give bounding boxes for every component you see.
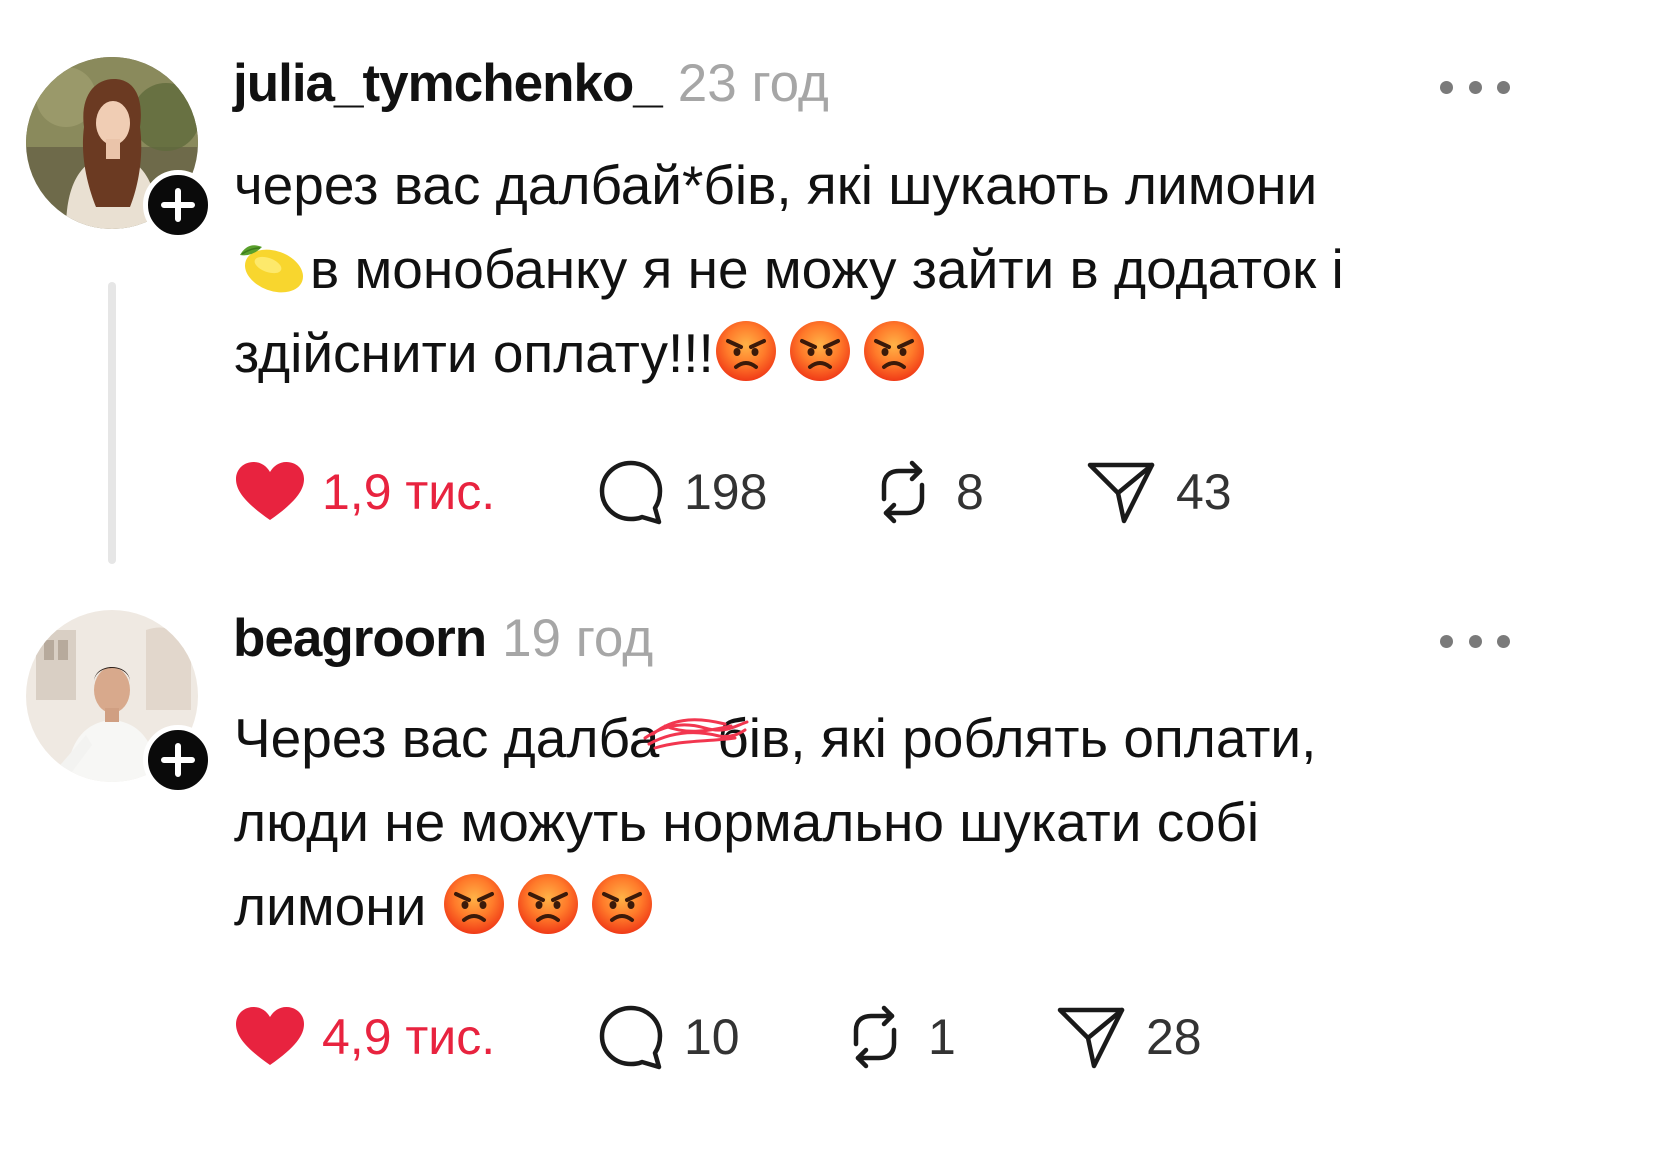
- post: julia_tymchenko_ 23 год через вас далбай…: [0, 0, 1661, 600]
- angry-face-emoji: [862, 319, 926, 383]
- follow-plus-button[interactable]: [143, 725, 213, 795]
- repost-icon: [870, 459, 936, 525]
- share-icon: [1056, 1004, 1126, 1070]
- like-count: 1,9 тис.: [322, 464, 496, 520]
- comment-icon: [598, 459, 664, 525]
- share-count: 43: [1176, 464, 1232, 520]
- angry-face-emoji: [714, 319, 778, 383]
- timestamp: 23 год: [677, 54, 829, 113]
- lemon-emoji: [234, 239, 306, 295]
- heart-icon: [234, 1005, 306, 1069]
- more-options-button[interactable]: [1440, 69, 1510, 105]
- share-button[interactable]: 28: [1056, 1002, 1202, 1072]
- post-text: Через вас далба бів, які роблять оплати,…: [234, 696, 1574, 948]
- heart-icon: [234, 460, 306, 524]
- share-button[interactable]: 43: [1086, 457, 1232, 527]
- follow-plus-button[interactable]: [143, 170, 213, 240]
- repost-button[interactable]: 1: [842, 1002, 956, 1072]
- more-icon: [1440, 80, 1453, 94]
- comment-icon: [598, 1004, 664, 1070]
- like-count: 4,9 тис.: [322, 1009, 496, 1065]
- post-text-line: Через вас далба бів, які роблять оплати,: [234, 696, 1574, 780]
- reply-button[interactable]: 198: [598, 457, 767, 527]
- reply-count: 10: [684, 1009, 740, 1065]
- post: beagroorn 19 год Через вас далба бів, як…: [0, 600, 1661, 1159]
- post-text-line: люди не можуть нормально шукати собі: [234, 791, 1260, 853]
- repost-icon: [842, 1004, 908, 1070]
- angry-face-emoji: [788, 319, 852, 383]
- username[interactable]: julia_tymchenko_: [233, 53, 663, 114]
- post-header: julia_tymchenko_ 23 год: [233, 53, 829, 123]
- post-text-line: в монобанку я не можу зайти в додаток і: [234, 227, 1574, 311]
- post-text: через вас далбай*бів, які шукають лимони…: [234, 143, 1574, 395]
- reply-button[interactable]: 10: [598, 1002, 740, 1072]
- username[interactable]: beagroorn: [233, 608, 487, 669]
- thread-line: [108, 282, 116, 564]
- angry-face-emoji: [590, 872, 654, 936]
- more-icon: [1440, 634, 1453, 648]
- action-bar: 4,9 тис. 10 1 28: [234, 1002, 1434, 1072]
- repost-count: 8: [956, 464, 984, 520]
- post-text-line: здійснити оплату!!!: [234, 311, 1574, 395]
- plus-icon: [158, 740, 198, 780]
- reply-count: 198: [684, 464, 768, 520]
- plus-icon: [158, 185, 198, 225]
- angry-face-emoji: [516, 872, 580, 936]
- repost-count: 1: [928, 1009, 956, 1065]
- share-count: 28: [1146, 1009, 1202, 1065]
- post-text-line: через вас далбай*бів, які шукають лимони: [234, 154, 1318, 216]
- like-button[interactable]: 4,9 тис.: [234, 1002, 495, 1072]
- more-options-button[interactable]: [1440, 623, 1510, 659]
- timestamp: 19 год: [502, 609, 654, 668]
- post-header: beagroorn 19 год: [233, 608, 653, 678]
- like-button[interactable]: 1,9 тис.: [234, 457, 495, 527]
- censored-word: [643, 696, 749, 780]
- post-text-line: лимони: [234, 864, 1574, 948]
- share-icon: [1086, 459, 1156, 525]
- repost-button[interactable]: 8: [870, 457, 984, 527]
- action-bar: 1,9 тис. 198 8 43: [234, 457, 1434, 527]
- angry-face-emoji: [442, 872, 506, 936]
